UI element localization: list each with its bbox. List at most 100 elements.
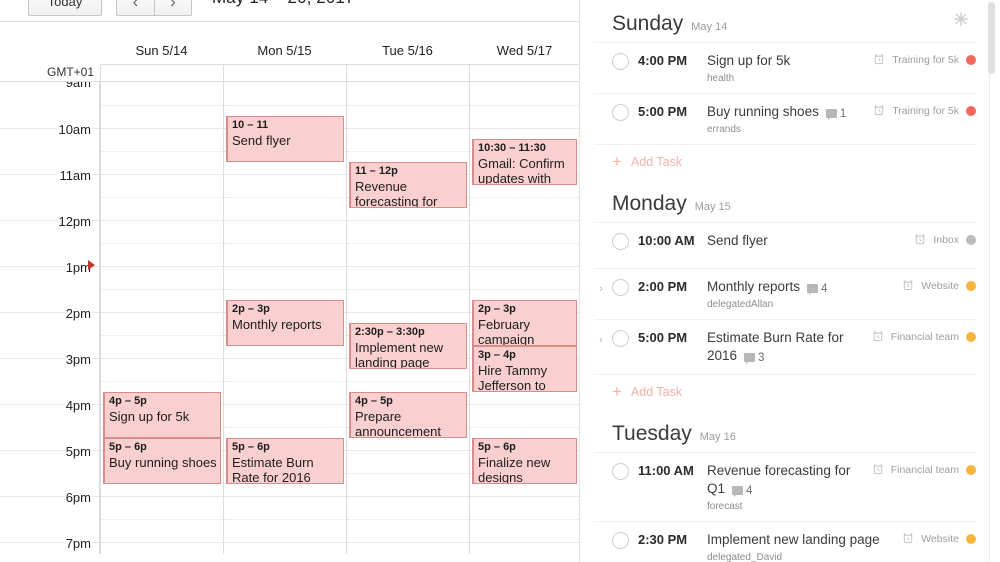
half-hour-gridline xyxy=(101,243,223,244)
task-row[interactable]: 11:00 AM Revenue forecasting for Q1 4 forec… xyxy=(594,452,976,521)
task-comments[interactable]: 4 xyxy=(732,485,752,497)
calendar-event[interactable]: 3p – 4p Hire Tammy Jefferson to xyxy=(472,346,577,392)
task-meta: Financial team xyxy=(872,330,976,343)
task-project[interactable]: Training for 5k xyxy=(892,105,959,117)
calendar-event[interactable]: 10 – 11 Send flyer xyxy=(226,116,344,162)
hour-gridline xyxy=(470,128,579,129)
calendar-event[interactable]: 5p – 6p Estimate Burn Rate for 2016 xyxy=(226,438,344,484)
calendar-event[interactable]: 2:30p – 3:30p Implement new landing page xyxy=(349,323,467,369)
sparkle-icon[interactable] xyxy=(952,10,970,28)
day-column-header-wed[interactable]: Wed 5/17 xyxy=(469,43,579,64)
previous-week-button[interactable]: ‹ xyxy=(116,0,154,16)
half-hour-gridline xyxy=(470,289,579,290)
all-day-cell-mon[interactable] xyxy=(223,64,346,81)
calendar-event[interactable]: 2p – 3p February campaign xyxy=(472,300,577,346)
calendar-event[interactable]: 11 – 12p Revenue forecasting for xyxy=(349,162,467,208)
tasks-scrollbar-thumb[interactable] xyxy=(988,2,995,74)
task-day-date: May 16 xyxy=(699,431,736,443)
calendar-event[interactable]: 4p – 5p Sign up for 5k xyxy=(103,392,221,438)
add-task-button[interactable]: + Add Task xyxy=(594,374,976,410)
task-comments[interactable]: 3 xyxy=(744,352,764,364)
add-task-button[interactable]: + Add Task xyxy=(594,144,976,180)
task-checkbox[interactable] xyxy=(612,104,629,121)
task-row[interactable]: 2:30 PM Implement new landing page delegat… xyxy=(594,521,976,562)
task-time: 2:30 PM xyxy=(638,532,688,547)
calendar-event-title: Gmail: Confirm updates with xyxy=(478,155,565,185)
task-project[interactable]: Website xyxy=(921,533,959,545)
task-time: 5:00 PM xyxy=(638,330,688,345)
calendar-event-title: Send flyer xyxy=(232,132,291,148)
calendar-event[interactable]: 2p – 3p Monthly reports xyxy=(226,300,344,346)
task-title: Sign up for 5k xyxy=(707,53,791,68)
day-column-mon[interactable]: 10 – 11 Send flyer 2p – 3p Monthly reports 5… xyxy=(223,82,346,554)
calendar-event[interactable]: 5p – 6p Finalize new designs xyxy=(472,438,577,484)
calendar-event[interactable]: 5p – 6p Buy running shoes xyxy=(103,438,221,484)
task-checkbox[interactable] xyxy=(612,330,629,347)
calendar-event[interactable]: 4p – 5p Prepare announcement xyxy=(349,392,467,438)
calendar-event[interactable]: 10:30 – 11:30 Gmail: Confirm updates with xyxy=(472,139,577,185)
task-comments[interactable]: 4 xyxy=(807,283,827,295)
half-hour-gridline xyxy=(347,381,469,382)
hour-gridline xyxy=(470,496,579,497)
hour-label-text: 7pm xyxy=(64,536,92,551)
comment-bubble-icon xyxy=(732,486,744,497)
current-time-marker-icon xyxy=(88,260,95,270)
hour-label-text: 10am xyxy=(57,122,92,137)
comment-count: 4 xyxy=(821,282,828,295)
calendar-event-time: 10 – 11 xyxy=(232,119,269,131)
comment-bubble-icon xyxy=(744,353,756,364)
day-column-wed[interactable]: 10:30 – 11:30 Gmail: Confirm updates with… xyxy=(469,82,579,554)
day-options-button[interactable] xyxy=(952,10,970,28)
hour-gridline xyxy=(101,496,223,497)
task-day-group: Monday May 15 10:00 AM Send flyer Inbox › 2:00… xyxy=(594,180,976,410)
task-day-name: Sunday xyxy=(612,12,684,35)
today-button[interactable]: Today xyxy=(28,0,102,16)
tasks-scrollbar[interactable] xyxy=(988,0,998,562)
expand-chevron-icon[interactable]: › xyxy=(596,334,606,346)
calendar-event-title: Revenue forecasting for xyxy=(355,178,438,208)
task-row[interactable]: 4:00 PM Sign up for 5k health Training for … xyxy=(594,42,976,93)
day-column-tue[interactable]: 11 – 12p Revenue forecasting for 2:30p – 3… xyxy=(346,82,469,554)
task-row[interactable]: 10:00 AM Send flyer Inbox xyxy=(594,222,976,268)
reminder-icon xyxy=(873,464,883,475)
task-checkbox[interactable] xyxy=(612,463,629,480)
half-hour-gridline xyxy=(347,473,469,474)
task-project[interactable]: Training for 5k xyxy=(892,54,959,66)
task-comments[interactable]: 1 xyxy=(825,108,846,120)
task-main: Estimate Burn Rate for 2016 3 xyxy=(707,329,872,365)
task-project[interactable]: Financial team xyxy=(891,331,959,343)
task-project[interactable]: Website xyxy=(921,280,959,292)
task-row[interactable]: › 2:00 PM Monthly reports 4 delegatedAllan We… xyxy=(594,268,976,319)
task-checkbox[interactable] xyxy=(612,532,629,549)
all-day-cell-tue[interactable] xyxy=(346,64,469,81)
hour-gridline xyxy=(224,220,346,221)
calendar-event-title: Hire Tammy Jefferson to xyxy=(478,362,548,392)
all-day-cell-wed[interactable] xyxy=(469,64,579,81)
day-column-header-sun[interactable]: Sun 5/14 xyxy=(100,43,223,64)
task-day-groups: Sunday May 14 4:00 PM Sign up for 5k health T… xyxy=(594,0,976,562)
day-column-header-mon[interactable]: Mon 5/15 xyxy=(223,43,346,64)
task-meta: Training for 5k xyxy=(873,104,976,117)
task-checkbox[interactable] xyxy=(612,233,629,250)
task-time: 11:00 AM xyxy=(638,463,694,478)
all-day-cell-sun[interactable] xyxy=(100,64,223,81)
task-tag: delegatedAllan xyxy=(707,299,774,310)
task-row[interactable]: 5:00 PM Buy running shoes 1 errands Training… xyxy=(594,93,976,144)
calendar-event-title: Sign up for 5k xyxy=(109,408,190,424)
task-row[interactable]: › 5:00 PM Estimate Burn Rate for 2016 3 Fina… xyxy=(594,319,976,374)
next-week-button[interactable]: › xyxy=(154,0,192,16)
half-hour-gridline xyxy=(347,151,469,152)
task-project[interactable]: Inbox xyxy=(933,234,959,246)
day-column-sun[interactable]: 4p – 5p Sign up for 5k 5p – 6p Buy running … xyxy=(100,82,223,554)
calendar-event-time: 11 – 12p xyxy=(355,165,398,177)
hour-label-text: 2pm xyxy=(64,306,92,321)
task-project[interactable]: Financial team xyxy=(891,464,959,476)
comment-count: 4 xyxy=(746,484,753,497)
hour-gridline xyxy=(101,542,223,543)
task-checkbox[interactable] xyxy=(612,279,629,296)
task-day-header: Sunday May 14 xyxy=(594,4,976,42)
hour-label-text: 4pm xyxy=(64,398,92,413)
expand-chevron-icon[interactable]: › xyxy=(596,283,606,295)
task-checkbox[interactable] xyxy=(612,53,629,70)
day-column-header-tue[interactable]: Tue 5/16 xyxy=(346,43,469,64)
